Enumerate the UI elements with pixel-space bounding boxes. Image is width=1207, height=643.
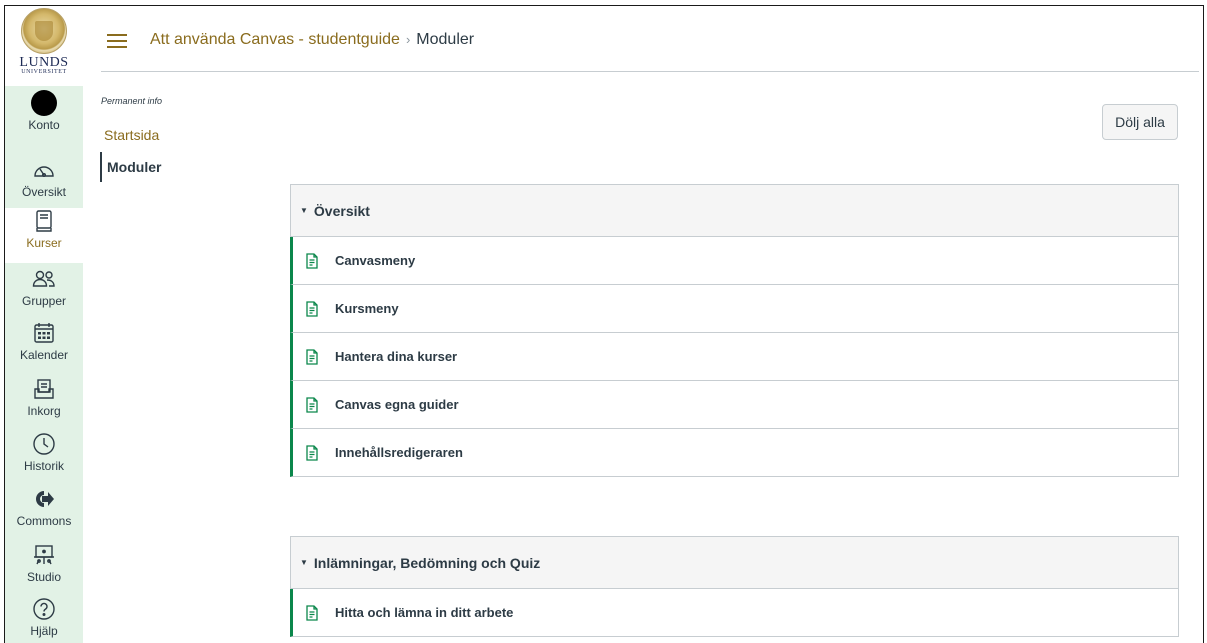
breadcrumb: Att använda Canvas - studentguide › Module… — [150, 31, 474, 49]
module-item-title[interactable]: Kursmeny — [335, 301, 399, 316]
courses-book-icon — [31, 208, 57, 234]
nav-label: Kurser — [26, 236, 62, 250]
nav-item-studio[interactable]: Studio — [5, 542, 83, 597]
page-icon — [306, 444, 318, 461]
nav-item-konto[interactable]: Konto — [5, 90, 83, 145]
module-item-title[interactable]: Innehållsredigeraren — [335, 445, 463, 460]
module-header[interactable]: ▼ Översikt — [291, 185, 1178, 237]
page-icon — [306, 604, 318, 621]
collapse-all-button[interactable]: Dölj alla — [1102, 104, 1178, 140]
nav-label: Grupper — [21, 294, 67, 308]
page-icon — [306, 348, 318, 365]
module-item-title[interactable]: Canvas egna guider — [335, 397, 459, 412]
university-logo[interactable]: LUNDS UNIVERSITET — [5, 6, 83, 86]
nav-item-historik[interactable]: Historik — [5, 431, 83, 486]
module-item-title[interactable]: Hitta och lämna in ditt arbete — [335, 605, 513, 620]
course-nav-item-startsida[interactable]: Startsida — [101, 120, 271, 150]
nav-item-inkorg[interactable]: Inkorg — [5, 376, 83, 431]
module-header[interactable]: ▼ Inlämningar, Bedömning och Quiz — [291, 537, 1178, 589]
inbox-icon — [31, 376, 57, 402]
breadcrumb-separator-icon: › — [405, 32, 411, 47]
university-seal-icon — [21, 8, 67, 54]
module: ▼ Översikt Canvasmeny Kursmeny Hantera d… — [290, 184, 1179, 477]
page-icon — [306, 252, 318, 269]
nav-item-kurser[interactable]: Kurser — [5, 208, 83, 263]
logo-subtitle: UNIVERSITET — [21, 69, 67, 75]
module-item-title[interactable]: Hantera dina kurser — [335, 349, 457, 364]
page-icon — [306, 396, 318, 413]
nav-label: Hjälp — [30, 624, 58, 638]
caret-down-icon: ▼ — [300, 558, 308, 567]
global-navigation: LUNDS UNIVERSITET Konto Översikt Kurser … — [5, 6, 83, 643]
module-item[interactable]: Canvas egna guider — [290, 381, 1178, 429]
page-icon — [306, 300, 318, 317]
calendar-icon — [31, 320, 57, 346]
logo-name: LUNDS — [19, 55, 69, 70]
studio-presentation-icon — [31, 542, 57, 568]
module-item[interactable]: Innehållsredigeraren — [290, 429, 1178, 477]
module-item[interactable]: Canvasmeny — [290, 237, 1178, 285]
hamburger-menu-icon[interactable] — [107, 34, 127, 48]
nav-item-commons[interactable]: Commons — [5, 486, 83, 541]
dashboard-gauge-icon — [31, 157, 57, 183]
avatar[interactable] — [31, 90, 57, 116]
nav-item-oversikt[interactable]: Översikt — [5, 157, 83, 212]
module-item[interactable]: Hantera dina kurser — [290, 333, 1178, 381]
nav-label: Historik — [23, 459, 64, 473]
course-navigation: Permanent info Startsida Moduler — [100, 96, 271, 182]
course-nav-item-moduler[interactable]: Moduler — [100, 152, 271, 182]
breadcrumb-course-link[interactable]: Att använda Canvas - studentguide — [150, 31, 400, 48]
nav-label: Studio — [26, 570, 62, 584]
nav-label: Kalender — [19, 348, 69, 362]
commons-arrow-icon — [31, 486, 57, 512]
help-question-icon — [31, 596, 57, 622]
module-item[interactable]: Kursmeny — [290, 285, 1178, 333]
nav-label: Inkorg — [27, 404, 61, 418]
groups-people-icon — [31, 266, 57, 292]
nav-label: Commons — [16, 514, 72, 528]
nav-item-hjalp[interactable]: Hjälp — [5, 596, 83, 643]
course-header: Att använda Canvas - studentguide › Module… — [101, 6, 1199, 72]
module-item-title[interactable]: Canvasmeny — [335, 253, 415, 268]
nav-item-grupper[interactable]: Grupper — [5, 266, 83, 321]
canvas-window: LUNDS UNIVERSITET Konto Översikt Kurser … — [4, 5, 1204, 643]
module-item[interactable]: Hitta och lämna in ditt arbete — [290, 589, 1178, 637]
module: ▼ Inlämningar, Bedömning och Quiz Hitta … — [290, 536, 1179, 637]
history-clock-icon — [31, 431, 57, 457]
module-title: Inlämningar, Bedömning och Quiz — [313, 554, 541, 571]
module-title: Översikt — [313, 202, 370, 219]
nav-label: Översikt — [21, 185, 66, 199]
breadcrumb-current: Moduler — [416, 31, 475, 48]
nav-item-kalender[interactable]: Kalender — [5, 320, 83, 375]
nav-label: Konto — [28, 118, 60, 132]
caret-down-icon: ▼ — [300, 206, 308, 215]
course-nav-info: Permanent info — [101, 96, 163, 106]
